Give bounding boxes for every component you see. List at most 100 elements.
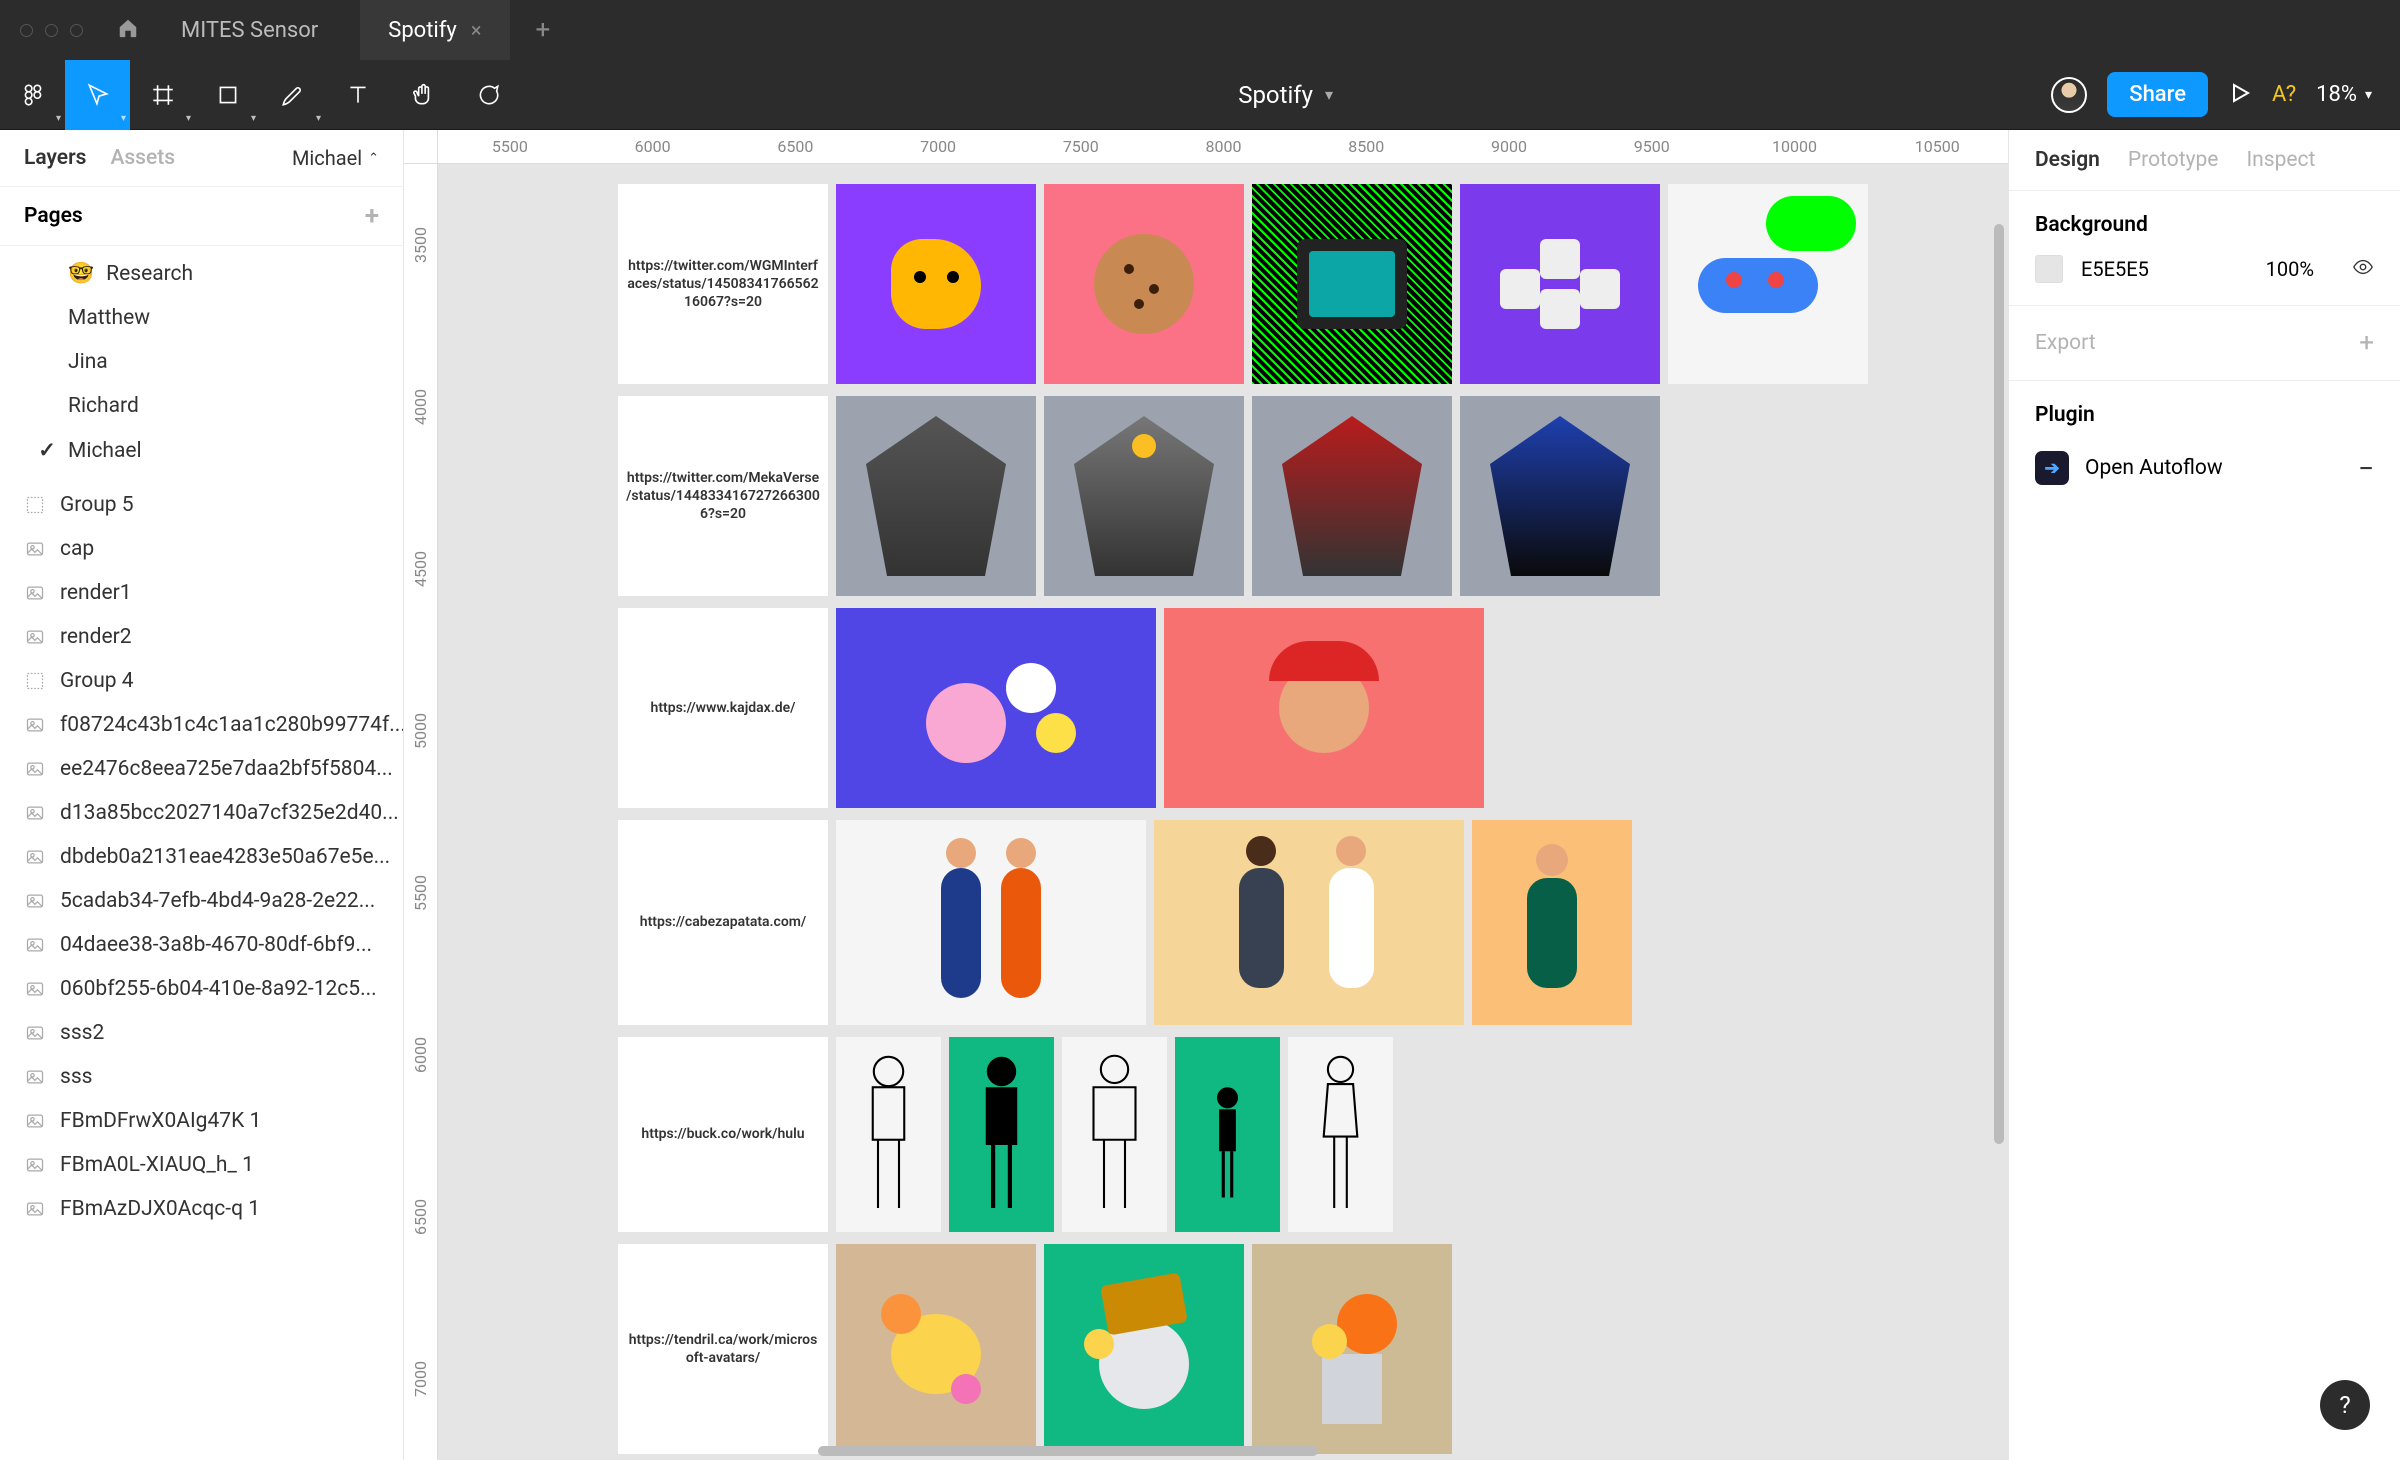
design-tab[interactable]: Design [2035, 148, 2100, 172]
plugin-name[interactable]: Open Autoflow [2085, 456, 2223, 480]
row-label[interactable]: https://cabezapatata.com/ [618, 820, 828, 1025]
inspect-tab[interactable]: Inspect [2246, 148, 2315, 172]
layer-item[interactable]: FBmAzDJX0Acqc-q 1 [0, 1187, 403, 1231]
add-page-button[interactable]: + [365, 201, 379, 231]
export-title: Export [2035, 331, 2096, 355]
image-tile[interactable] [1175, 1037, 1280, 1232]
image-tile[interactable] [1044, 396, 1244, 596]
layer-item[interactable]: render1 [0, 571, 403, 615]
help-button[interactable]: ? [2320, 1380, 2370, 1430]
layer-item[interactable]: cap [0, 527, 403, 571]
zoom-menu[interactable]: 18%▾ [2316, 82, 2372, 107]
row-label[interactable]: https://buck.co/work/hulu [618, 1037, 828, 1232]
close-icon[interactable]: × [471, 18, 482, 42]
image-tile[interactable] [836, 820, 1146, 1025]
page-list: 🤓Research Matthew Jina Richard ✓Michael [0, 246, 403, 479]
background-swatch[interactable] [2035, 255, 2063, 283]
layer-item[interactable]: render2 [0, 615, 403, 659]
hand-tool[interactable] [390, 60, 455, 130]
image-tile[interactable] [1460, 396, 1660, 596]
missing-fonts-indicator[interactable]: A? [2272, 82, 2296, 107]
image-tile[interactable] [1252, 396, 1452, 596]
prototype-tab[interactable]: Prototype [2128, 148, 2219, 172]
remove-plugin-button[interactable]: − [2358, 452, 2374, 485]
page-item[interactable]: ✓Michael [0, 428, 403, 473]
layer-item[interactable]: dbdeb0a2131eae4283e50a67e5e... [0, 835, 403, 879]
page-item[interactable]: 🤓Research [0, 252, 403, 296]
image-tile[interactable] [836, 184, 1036, 384]
image-tile[interactable] [1044, 184, 1244, 384]
layer-item[interactable]: sss [0, 1055, 403, 1099]
present-button[interactable] [2228, 81, 2252, 109]
layer-item[interactable]: 04daee38-3a8b-4670-80df-6bf9... [0, 923, 403, 967]
comment-tool[interactable] [455, 60, 520, 130]
move-tool[interactable]: ▾ [65, 60, 130, 130]
tab-spotify[interactable]: Spotify × [360, 0, 509, 60]
page-item[interactable]: Matthew [0, 296, 403, 340]
layer-item[interactable]: f08724c43b1c4c1aa1c280b99774f... [0, 703, 403, 747]
window-titlebar: MITES Sensor Spotify × + [0, 0, 2400, 60]
image-tile[interactable] [1252, 1244, 1452, 1454]
share-button[interactable]: Share [2107, 72, 2208, 117]
layer-item[interactable]: d13a85bcc2027140a7cf325e2d40... [0, 791, 403, 835]
figma-menu-button[interactable]: ▾ [0, 60, 65, 130]
background-hex[interactable]: E5E5E5 [2081, 257, 2149, 281]
shape-tool[interactable]: ▾ [195, 60, 260, 130]
layer-item[interactable]: Group 5 [0, 483, 403, 527]
image-tile[interactable] [1164, 608, 1484, 808]
layer-item[interactable]: 5cadab34-7efb-4bd4-9a28-2e22... [0, 879, 403, 923]
background-title: Background [2035, 213, 2374, 237]
file-title[interactable]: Spotify ▾ [520, 81, 2051, 109]
canvas[interactable]: 5500600065007000750080008500900095001000… [404, 130, 2008, 1460]
horizontal-ruler: 5500600065007000750080008500900095001000… [438, 130, 2008, 164]
layer-item[interactable]: Group 4 [0, 659, 403, 703]
background-opacity[interactable]: 100% [2266, 257, 2314, 281]
moodboard[interactable]: https://twitter.com/WGMInterfaces/status… [618, 184, 1868, 1454]
row-label[interactable]: https://www.kajdax.de/ [618, 608, 828, 808]
layers-tab[interactable]: Layers [24, 146, 86, 170]
add-tab-button[interactable]: + [524, 15, 563, 45]
image-tile[interactable] [1668, 184, 1868, 384]
autoflow-icon: ➔ [2035, 451, 2069, 485]
layer-item[interactable]: FBmDFrwX0AIg47K 1 [0, 1099, 403, 1143]
board-row: https://twitter.com/WGMInterfaces/status… [618, 184, 1868, 384]
traffic-lights[interactable] [20, 24, 83, 37]
page-owner-menu[interactable]: Michael⌃ [292, 146, 379, 170]
image-tile[interactable] [1288, 1037, 1393, 1232]
pen-tool[interactable]: ▾ [260, 60, 325, 130]
image-tile[interactable] [1062, 1037, 1167, 1232]
image-tile[interactable] [1460, 184, 1660, 384]
horizontal-scrollbar[interactable] [818, 1446, 1318, 1456]
visibility-icon[interactable] [2352, 256, 2374, 283]
row-label[interactable]: https://tendril.ca/work/microsoft-avatar… [618, 1244, 828, 1454]
image-tile[interactable] [836, 396, 1036, 596]
board-row: https://www.kajdax.de/ [618, 608, 1868, 808]
image-tile[interactable] [1472, 820, 1632, 1025]
image-tile[interactable] [836, 608, 1156, 808]
row-label[interactable]: https://twitter.com/WGMInterfaces/status… [618, 184, 828, 384]
image-tile[interactable] [949, 1037, 1054, 1232]
user-avatar[interactable] [2051, 77, 2087, 113]
row-label[interactable]: https://twitter.com/MekaVerse/status/144… [618, 396, 828, 596]
tab-mites[interactable]: MITES Sensor [153, 0, 346, 60]
vertical-scrollbar[interactable] [1994, 224, 2004, 1144]
image-tile[interactable] [836, 1244, 1036, 1454]
layer-item[interactable]: sss2 [0, 1011, 403, 1055]
chevron-down-icon: ▾ [1325, 85, 1333, 104]
board-row: https://buck.co/work/hulu [618, 1037, 1868, 1232]
image-tile[interactable] [1252, 184, 1452, 384]
text-tool[interactable] [325, 60, 390, 130]
image-tile[interactable] [1154, 820, 1464, 1025]
assets-tab[interactable]: Assets [110, 146, 175, 170]
plugin-title: Plugin [2035, 403, 2374, 427]
layer-item[interactable]: FBmA0L-XIAUQ_h_ 1 [0, 1143, 403, 1187]
add-export-button[interactable]: + [2359, 328, 2374, 358]
layer-item[interactable]: ee2476c8eea725e7daa2bf5f5804... [0, 747, 403, 791]
page-item[interactable]: Richard [0, 384, 403, 428]
frame-tool[interactable]: ▾ [130, 60, 195, 130]
image-tile[interactable] [836, 1037, 941, 1232]
image-tile[interactable] [1044, 1244, 1244, 1454]
home-icon[interactable] [117, 17, 139, 43]
layer-item[interactable]: 060bf255-6b04-410e-8a92-12c5... [0, 967, 403, 1011]
page-item[interactable]: Jina [0, 340, 403, 384]
